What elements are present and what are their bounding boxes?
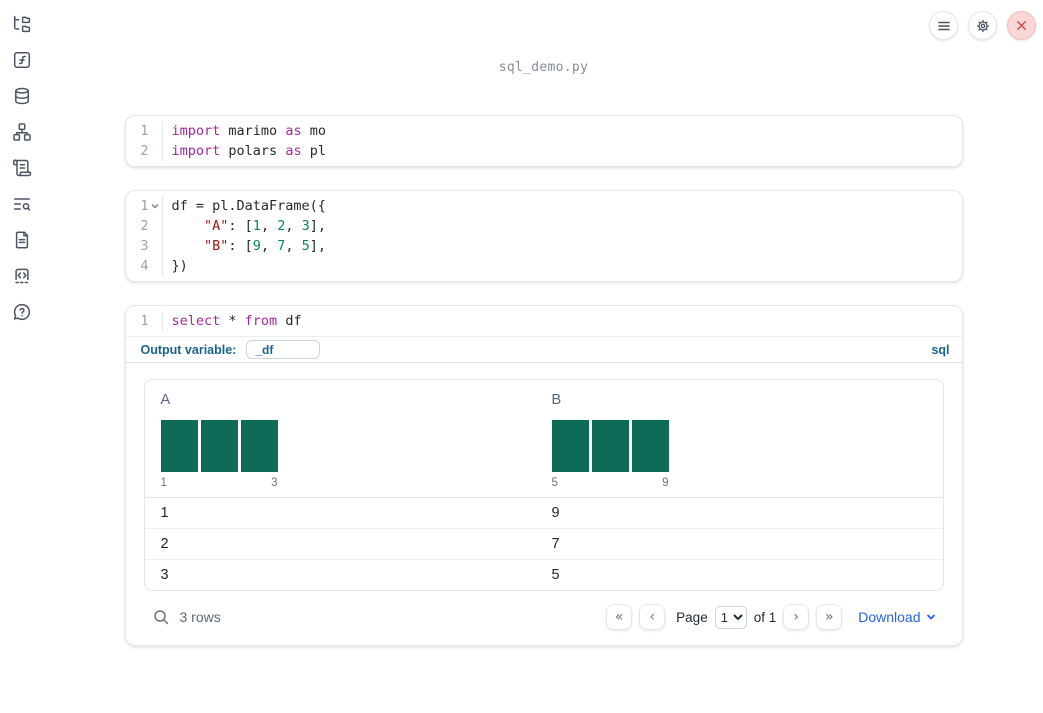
line-number: 1 bbox=[140, 313, 149, 329]
column-histogram[interactable] bbox=[160, 420, 278, 472]
histogram-bar bbox=[240, 420, 278, 472]
cell-imports: 1 import marimo as mo 2 import polars as pl bbox=[124, 115, 963, 167]
column-label: B bbox=[551, 392, 562, 408]
code-text: }) bbox=[171, 258, 188, 274]
code-text: df = pl.DataFrame({ bbox=[171, 198, 326, 214]
table-row[interactable]: 35 bbox=[144, 559, 943, 590]
table-cell: 3 bbox=[160, 567, 169, 583]
sql-language-badge: sql bbox=[931, 342, 950, 357]
code-line: 3 "B": [9, 7, 5], bbox=[126, 236, 952, 256]
histogram-bar bbox=[551, 420, 589, 472]
row-count: 3 rows bbox=[179, 609, 221, 625]
column-label: A bbox=[160, 392, 171, 408]
prev-page-button[interactable]: ‹ bbox=[639, 604, 666, 630]
code-line: 1 import marimo as mo bbox=[126, 121, 952, 141]
first-page-button[interactable]: « bbox=[606, 604, 633, 630]
line-number: 4 bbox=[140, 258, 149, 274]
download-button[interactable]: Download bbox=[858, 609, 935, 625]
output-variable-label: Output variable: bbox=[140, 342, 237, 357]
code-line: 1 select * from df bbox=[126, 311, 952, 331]
line-number: 1 bbox=[140, 198, 149, 214]
hist-max-label: 9 bbox=[662, 477, 669, 489]
sql-cell-toolbar: Output variable: sql bbox=[125, 336, 962, 363]
page-select[interactable]: 1 bbox=[714, 605, 747, 629]
table-row[interactable]: 27 bbox=[144, 528, 943, 559]
code-line: 2 "A": [1, 2, 3], bbox=[126, 216, 952, 236]
table-column-header-a[interactable]: A 1 3 bbox=[153, 392, 544, 491]
page-of-label: of 1 bbox=[753, 609, 777, 625]
document-icon[interactable] bbox=[12, 230, 32, 250]
function-icon[interactable] bbox=[12, 50, 32, 70]
chevron-down-icon bbox=[926, 614, 935, 620]
search-icon bbox=[153, 610, 168, 625]
hist-min-label: 1 bbox=[160, 477, 167, 489]
hist-min-label: 5 bbox=[551, 477, 558, 489]
cell-output-area: A 1 3 B 5 9 1 9 2 7 3 5 3 rows « ‹ Page … bbox=[126, 363, 962, 645]
file-tree-icon[interactable] bbox=[12, 14, 32, 34]
table-row[interactable]: 19 bbox=[145, 498, 943, 528]
code-text: select * from df bbox=[171, 313, 302, 329]
sidebar bbox=[0, 0, 44, 713]
hist-max-label: 3 bbox=[271, 477, 278, 489]
dependency-graph-icon[interactable] bbox=[12, 122, 32, 142]
table-footer: 3 rows « ‹ Page 1 of 1 › » Download bbox=[144, 599, 944, 635]
table-column-header-b[interactable]: B 5 9 bbox=[544, 392, 935, 491]
histogram-bar bbox=[200, 420, 238, 472]
dataframe-table: A 1 3 B 5 9 1 9 2 7 3 5 bbox=[143, 379, 944, 591]
code-line: 4}) bbox=[126, 256, 952, 276]
chevron-right-icon: › bbox=[793, 609, 800, 625]
table-cell: 7 bbox=[551, 536, 560, 552]
download-label: Download bbox=[858, 609, 921, 625]
code-snippet-icon[interactable] bbox=[12, 266, 32, 286]
code-line: 1 df = pl.DataFrame({ bbox=[126, 196, 952, 216]
help-icon[interactable] bbox=[12, 302, 32, 322]
histogram-bar bbox=[591, 420, 629, 472]
code-editor-dataframe[interactable]: 1 df = pl.DataFrame({2 "A": [1, 2, 3], 3 "… bbox=[126, 191, 962, 281]
double-chevron-left-icon: « bbox=[614, 609, 624, 625]
cell-dataframe: 1 df = pl.DataFrame({2 "A": [1, 2, 3], 3 "… bbox=[124, 190, 963, 282]
table-cell: 9 bbox=[551, 505, 560, 521]
code-editor-sql[interactable]: 1 select * from df bbox=[126, 306, 962, 336]
fold-chevron-icon[interactable] bbox=[149, 196, 162, 216]
chevron-left-icon: ‹ bbox=[649, 609, 655, 625]
column-histogram[interactable] bbox=[551, 420, 669, 472]
next-page-button[interactable]: › bbox=[783, 604, 810, 630]
code-editor-imports[interactable]: 1 import marimo as mo 2 import polars as pl bbox=[126, 116, 962, 166]
database-icon[interactable] bbox=[12, 86, 32, 106]
last-page-button[interactable]: » bbox=[816, 604, 843, 630]
output-variable-input[interactable] bbox=[246, 340, 321, 359]
code-text: import polars as pl bbox=[171, 143, 326, 159]
table-cell: 2 bbox=[160, 536, 169, 552]
line-number: 2 bbox=[140, 143, 149, 159]
pagination: « ‹ Page 1 of 1 › » bbox=[606, 604, 843, 630]
double-chevron-right-icon: » bbox=[824, 609, 834, 625]
histogram-bar bbox=[160, 420, 198, 472]
line-number: 3 bbox=[140, 238, 149, 254]
page-label: Page bbox=[676, 609, 708, 625]
table-cell: 5 bbox=[551, 567, 560, 583]
line-number: 2 bbox=[140, 218, 149, 234]
code-line: 2 import polars as pl bbox=[126, 141, 952, 161]
code-text: "A": [1, 2, 3], bbox=[204, 218, 327, 234]
table-body: 192735 bbox=[144, 498, 943, 590]
search-button[interactable] bbox=[152, 608, 170, 626]
scroll-icon[interactable] bbox=[12, 158, 32, 178]
histogram-bar bbox=[631, 420, 669, 472]
code-text: import marimo as mo bbox=[171, 123, 326, 139]
code-text: "B": [9, 7, 5], bbox=[204, 238, 327, 254]
text-search-icon[interactable] bbox=[12, 194, 32, 214]
table-cell: 1 bbox=[160, 505, 169, 521]
table-header: A 1 3 B 5 9 bbox=[144, 380, 943, 498]
line-number: 1 bbox=[140, 123, 149, 139]
filename-title: sql_demo.py bbox=[498, 60, 589, 75]
cell-sql: 1 select * from df Output variable: sql A… bbox=[124, 305, 963, 646]
notebook: sql_demo.py 1 import marimo as mo 2 import … bbox=[44, 0, 1043, 713]
